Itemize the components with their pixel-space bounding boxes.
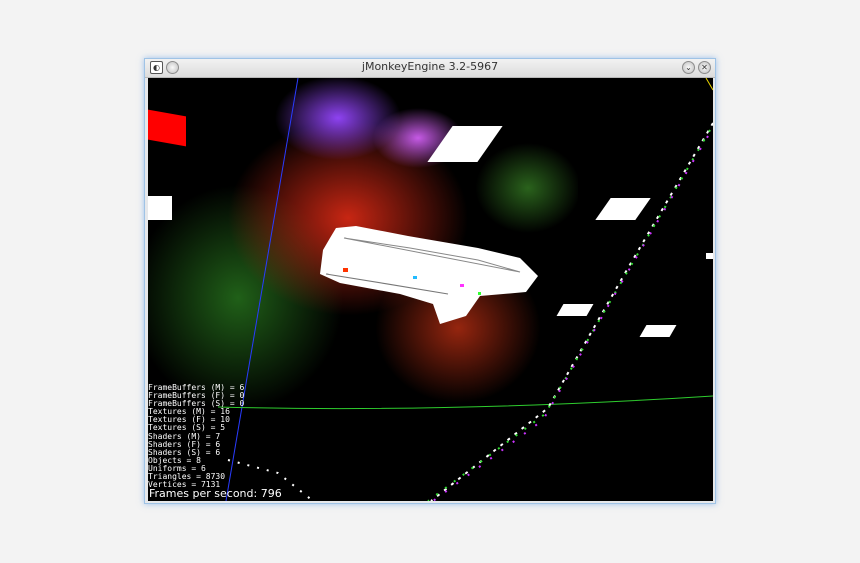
render-viewport[interactable]: FrameBuffers (M) = 6 FrameBuffers (F) = 0… [148, 78, 713, 501]
app-window: ◐ jMonkeyEngine 3.2-5967 ⌄ ✕ FrameBuffer… [144, 58, 716, 504]
window-title: jMonkeyEngine 3.2-5967 [361, 60, 499, 73]
fps-counter: Frames per second: 796 [149, 487, 282, 500]
minimize-icon[interactable]: ⌄ [682, 61, 695, 74]
close-icon[interactable]: ✕ [698, 61, 711, 74]
stats-overlay: FrameBuffers (M) = 6 FrameBuffers (F) = 0… [148, 383, 244, 489]
title-bar[interactable]: ◐ jMonkeyEngine 3.2-5967 ⌄ ✕ [145, 59, 715, 78]
